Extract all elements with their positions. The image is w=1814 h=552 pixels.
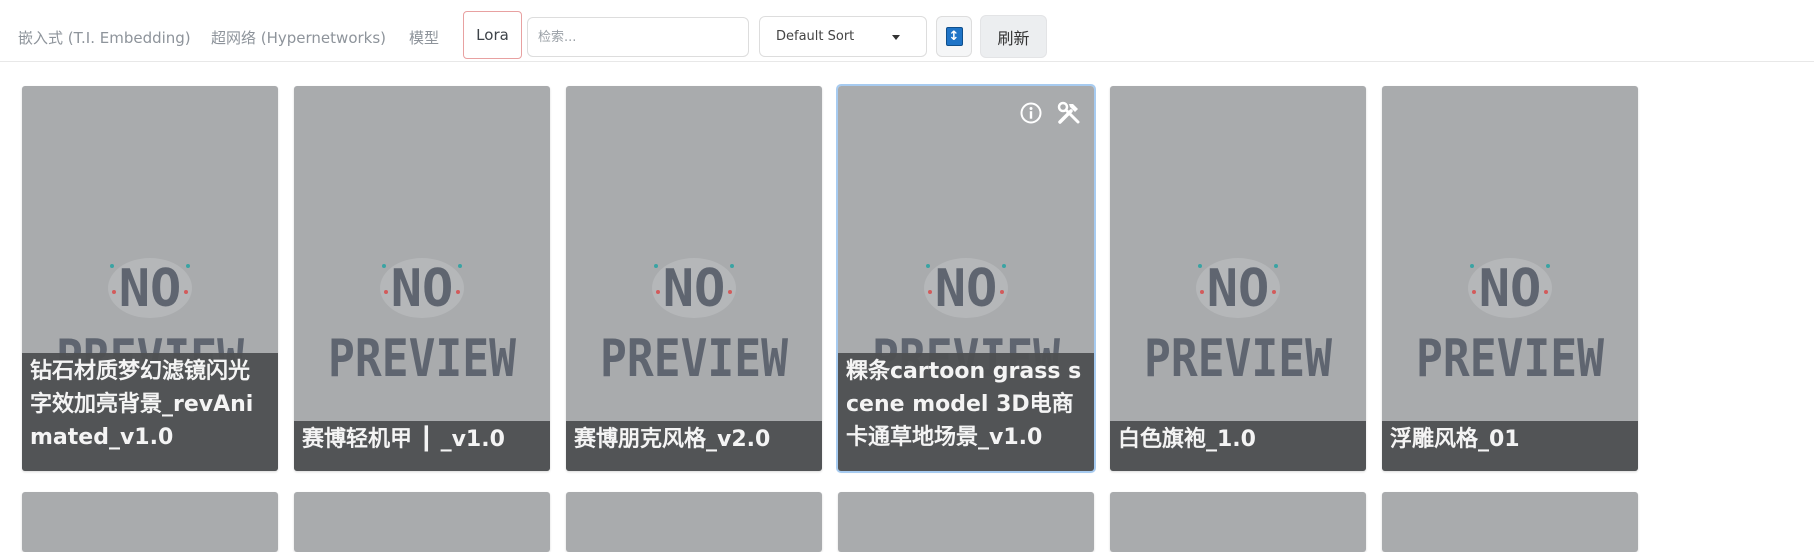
tab-hypernetworks[interactable]: 超网络 (Hypernetworks) (211, 27, 386, 48)
no-preview-line1: NO (119, 259, 182, 319)
no-preview-line1: NO (391, 259, 454, 319)
sort-direction-button[interactable]: ↕ (936, 16, 972, 57)
sort-direction-icon: ↕ (945, 27, 963, 46)
card-title: 赛博朋克风格_v2.0 (566, 421, 822, 471)
no-preview-image: NO PREVIEW (566, 86, 822, 471)
no-preview-image: NO PREVIEW (1110, 86, 1366, 471)
card-title: 钻石材质梦幻滤镜闪光字效加亮背景_revAnimated_v1.0 (22, 353, 278, 471)
card-title: 赛博轻机甲 ┃ _v1.0 (294, 421, 550, 471)
search-input[interactable] (527, 17, 749, 57)
model-card[interactable]: NO PREVIEW 浮雕风格_01 (1382, 86, 1638, 471)
card-grid: NO PREVIEW 钻石材质梦幻滤镜闪光字效加亮背景_revAnimated_… (0, 62, 1814, 552)
chevron-down-icon (892, 35, 900, 40)
card-title: 浮雕风格_01 (1382, 421, 1638, 471)
info-icon[interactable] (1020, 100, 1042, 126)
sort-select-value: Default Sort (776, 29, 855, 44)
sort-select[interactable]: Default Sort (759, 16, 927, 57)
model-card[interactable] (1382, 492, 1638, 552)
no-preview-line2: PREVIEW (600, 329, 789, 389)
card-title: 粿条cartoon grass scene model 3D电商卡通草地场景_v… (838, 353, 1094, 471)
tab-lora[interactable]: Lora (463, 11, 522, 59)
no-preview-line1: NO (1479, 259, 1542, 319)
tab-checkpoints[interactable]: 模型 (409, 27, 439, 48)
model-card[interactable] (1110, 492, 1366, 552)
refresh-button[interactable]: 刷新 (980, 15, 1047, 58)
no-preview-line2: PREVIEW (1144, 329, 1333, 389)
no-preview-line1: NO (935, 259, 998, 319)
model-card[interactable]: NO PREVIEW (836, 84, 1096, 473)
model-card[interactable]: NO PREVIEW 赛博朋克风格_v2.0 (566, 86, 822, 471)
no-preview-line2: PREVIEW (328, 329, 517, 389)
tab-textual-inversion[interactable]: 嵌入式 (T.I. Embedding) (18, 27, 191, 48)
model-card[interactable]: NO PREVIEW 钻石材质梦幻滤镜闪光字效加亮背景_revAnimated_… (22, 86, 278, 471)
no-preview-image: NO PREVIEW (1382, 86, 1638, 471)
tools-icon[interactable] (1056, 100, 1082, 126)
no-preview-image: NO PREVIEW (294, 86, 550, 471)
model-card[interactable] (294, 492, 550, 552)
no-preview-line1: NO (663, 259, 726, 319)
model-card[interactable]: NO PREVIEW 白色旗袍_1.0 (1110, 86, 1366, 471)
model-card[interactable] (566, 492, 822, 552)
model-card[interactable] (838, 492, 1094, 552)
card-title: 白色旗袍_1.0 (1110, 421, 1366, 471)
no-preview-line1: NO (1207, 259, 1270, 319)
no-preview-line2: PREVIEW (1416, 329, 1605, 389)
card-actions (1020, 100, 1082, 126)
model-card[interactable] (22, 492, 278, 552)
model-card[interactable]: NO PREVIEW 赛博轻机甲 ┃ _v1.0 (294, 86, 550, 471)
extra-networks-toolbar: 嵌入式 (T.I. Embedding) 超网络 (Hypernetworks)… (0, 0, 1814, 62)
